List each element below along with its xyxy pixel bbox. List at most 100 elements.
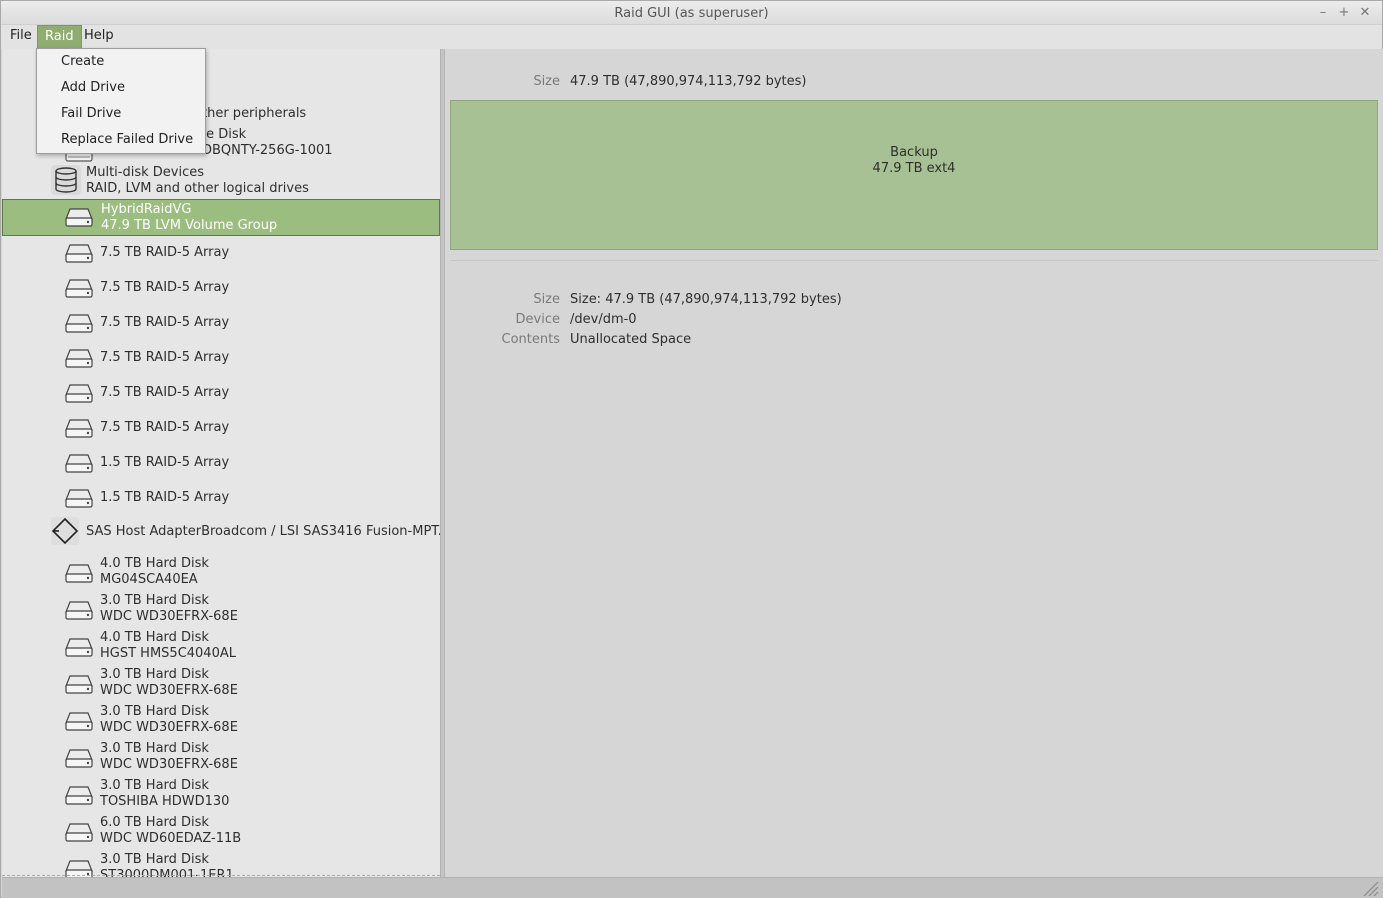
tree-row-multidisk-devices[interactable]: Multi-disk Devices RAID, LVM and other l… <box>2 163 440 199</box>
tree-row-sublabel: WDC WD30EFRX-68E <box>100 609 238 624</box>
tree-row-raid-array[interactable]: 1.5 TB RAID-5 Array <box>2 446 440 481</box>
tree-row-hard-disk[interactable]: 4.0 TB Hard Disk MG04SCA40EA <box>2 553 440 590</box>
tree-row-sublabel: WDC WD60EDAZ-11B <box>100 831 242 846</box>
hard-disk-icon <box>65 601 93 620</box>
tree-row-label: te Disk <box>201 127 247 142</box>
prop-contents-value: Unallocated Space <box>570 332 692 347</box>
size-label: Size <box>533 74 560 89</box>
detail-pane: Size 47.9 TB (47,890,974,113,792 bytes) … <box>446 49 1383 877</box>
hard-disk-icon <box>65 712 93 731</box>
tree-row-label: 3.0 TB Hard Disk <box>100 778 209 793</box>
tree-row-raid-array[interactable]: 7.5 TB RAID-5 Array <box>2 341 440 376</box>
tree-row-raid-array[interactable]: 1.5 TB RAID-5 Array <box>2 481 440 516</box>
size-value: 47.9 TB (47,890,974,113,792 bytes) <box>570 74 807 89</box>
prop-device-value: /dev/dm-0 <box>570 312 637 327</box>
menu-bar: File Raid Help <box>1 25 1382 49</box>
tree-row-sublabel: WDC WD30EFRX-68E <box>100 720 238 735</box>
tree-row-sublabel: 47.9 TB LVM Volume Group <box>101 218 278 233</box>
volume-name: Backup <box>890 145 938 160</box>
tree-row-label: 6.0 TB Hard Disk <box>100 815 209 830</box>
hard-disk-icon <box>65 786 93 805</box>
hard-disk-icon <box>65 823 93 842</box>
tree-row-label: 4.0 TB Hard Disk <box>100 556 209 571</box>
hard-disk-icon <box>65 419 93 438</box>
tree-row-label: 3.0 TB Hard Disk <box>100 667 209 682</box>
tree-row-hybridraidvg[interactable]: HybridRaidVG 47.9 TB LVM Volume Group <box>2 199 440 236</box>
menu-item-replace-failed-drive[interactable]: Replace Failed Drive <box>37 127 205 153</box>
tree-row-sas-adapter[interactable]: SAS Host AdapterBroadcom / LSI SAS3416 F… <box>2 515 440 549</box>
title-bar[interactable]: Raid GUI (as superuser) – + ✕ <box>1 1 1382 25</box>
tree-row-label: HybridRaidVG <box>101 202 192 217</box>
menu-item-create[interactable]: Create <box>37 49 205 75</box>
tree-row-sublabel: WDC WD30EFRX-68E <box>100 757 238 772</box>
hard-disk-icon <box>65 489 93 508</box>
tree-bottom-edge <box>2 875 440 876</box>
tree-row-label: 3.0 TB Hard Disk <box>100 593 209 608</box>
tree-row-hard-disk[interactable]: 3.0 TB Hard Disk TOSHIBA HDWD130 <box>2 775 440 812</box>
minimize-button[interactable]: – <box>1315 5 1331 21</box>
prop-device-label: Device <box>515 312 560 327</box>
tree-row-raid-array[interactable]: 7.5 TB RAID-5 Array <box>2 376 440 411</box>
raid-menu-dropdown: Create Add Drive Fail Drive Replace Fail… <box>36 48 206 154</box>
status-bar <box>2 877 1383 898</box>
tree-row-hard-disk[interactable]: 3.0 TB Hard Disk WDC WD30EFRX-68E <box>2 701 440 738</box>
tree-row-label: 7.5 TB RAID-5 Array <box>100 315 230 330</box>
window-title: Raid GUI (as superuser) <box>614 6 769 21</box>
tree-row-label: ther peripherals <box>202 106 307 121</box>
tree-row-raid-array[interactable]: 7.5 TB RAID-5 Array <box>2 271 440 306</box>
tree-row-label: 3.0 TB Hard Disk <box>100 704 209 719</box>
tree-row-sublabel: HGST HMS5C4040AL <box>100 646 236 661</box>
tree-row-label: 7.5 TB RAID-5 Array <box>100 385 230 400</box>
tree-row-hard-disk[interactable]: 3.0 TB Hard Disk WDC WD30EFRX-68E <box>2 590 440 627</box>
tree-row-raid-array[interactable]: 7.5 TB RAID-5 Array <box>2 306 440 341</box>
tree-row-label: 7.5 TB RAID-5 Array <box>100 280 230 295</box>
hard-disk-icon <box>65 208 93 227</box>
hard-disk-icon <box>65 314 93 333</box>
tree-row-hard-disk[interactable]: 3.0 TB Hard Disk WDC WD30EFRX-68E <box>2 738 440 775</box>
tree-row-hard-disk[interactable]: 6.0 TB Hard Disk WDC WD60EDAZ-11B <box>2 812 440 849</box>
hard-disk-icon <box>65 349 93 368</box>
maximize-button[interactable]: + <box>1336 5 1352 21</box>
volume-desc: 47.9 TB ext4 <box>872 161 956 176</box>
separator <box>450 260 1378 261</box>
prop-size-value: Size: 47.9 TB (47,890,974,113,792 bytes) <box>570 292 842 307</box>
volume-block-backup[interactable]: Backup 47.9 TB ext4 <box>450 100 1378 250</box>
hard-disk-icon <box>65 638 93 657</box>
tree-row-label: 7.5 TB RAID-5 Array <box>100 420 230 435</box>
menu-help[interactable]: Help <box>77 25 121 49</box>
app-window: Raid GUI (as superuser) – + ✕ File Raid … <box>0 0 1383 898</box>
resize-grip-icon[interactable] <box>1361 879 1379 896</box>
tree-row-sublabel: MG04SCA40EA <box>100 572 198 587</box>
tree-row-raid-array[interactable]: 7.5 TB RAID-5 Array <box>2 411 440 446</box>
tree-row-label: Multi-disk Devices <box>86 165 204 180</box>
close-button[interactable]: ✕ <box>1357 5 1373 21</box>
tree-row-label: 7.5 TB RAID-5 Array <box>100 350 230 365</box>
hard-disk-icon <box>65 279 93 298</box>
tree-row-label: 4.0 TB Hard Disk <box>100 630 209 645</box>
tree-row-sublabel: RAID, LVM and other logical drives <box>86 181 309 196</box>
tree-row-raid-array[interactable]: 7.5 TB RAID-5 Array <box>2 236 440 271</box>
prop-contents-label: Contents <box>501 332 560 347</box>
tree-row-label: 1.5 TB RAID-5 Array <box>100 490 230 505</box>
hard-disk-icon <box>65 384 93 403</box>
hard-disk-icon <box>65 564 93 583</box>
device-tree[interactable]: ther peripherals te Disk DBQNTY-256G-100… <box>2 49 440 877</box>
hard-disk-icon <box>65 675 93 694</box>
tree-row-sublabel: DBQNTY-256G-1001 <box>202 143 333 158</box>
tree-row-label: 3.0 TB Hard Disk <box>100 741 209 756</box>
menu-file[interactable]: File <box>3 25 39 49</box>
database-icon <box>51 165 81 195</box>
tree-row-hard-disk[interactable]: 3.0 TB Hard Disk ST3000DM001-1ER1 <box>2 849 440 877</box>
tree-row-hard-disk[interactable]: 4.0 TB Hard Disk HGST HMS5C4040AL <box>2 627 440 664</box>
tree-row-sublabel: WDC WD30EFRX-68E <box>100 683 238 698</box>
tree-row-hard-disk[interactable]: 3.0 TB Hard Disk WDC WD30EFRX-68E <box>2 664 440 701</box>
menu-raid[interactable]: Raid <box>37 25 82 49</box>
tree-row-label: 1.5 TB RAID-5 Array <box>100 455 230 470</box>
prop-size-label: Size <box>533 292 560 307</box>
menu-item-fail-drive[interactable]: Fail Drive <box>37 101 205 127</box>
tree-row-sublabel: TOSHIBA HDWD130 <box>100 794 230 809</box>
tree-row-label: 3.0 TB Hard Disk <box>100 852 209 867</box>
pane-splitter[interactable] <box>440 49 445 877</box>
menu-item-add-drive[interactable]: Add Drive <box>37 75 205 101</box>
hard-disk-icon <box>65 454 93 473</box>
